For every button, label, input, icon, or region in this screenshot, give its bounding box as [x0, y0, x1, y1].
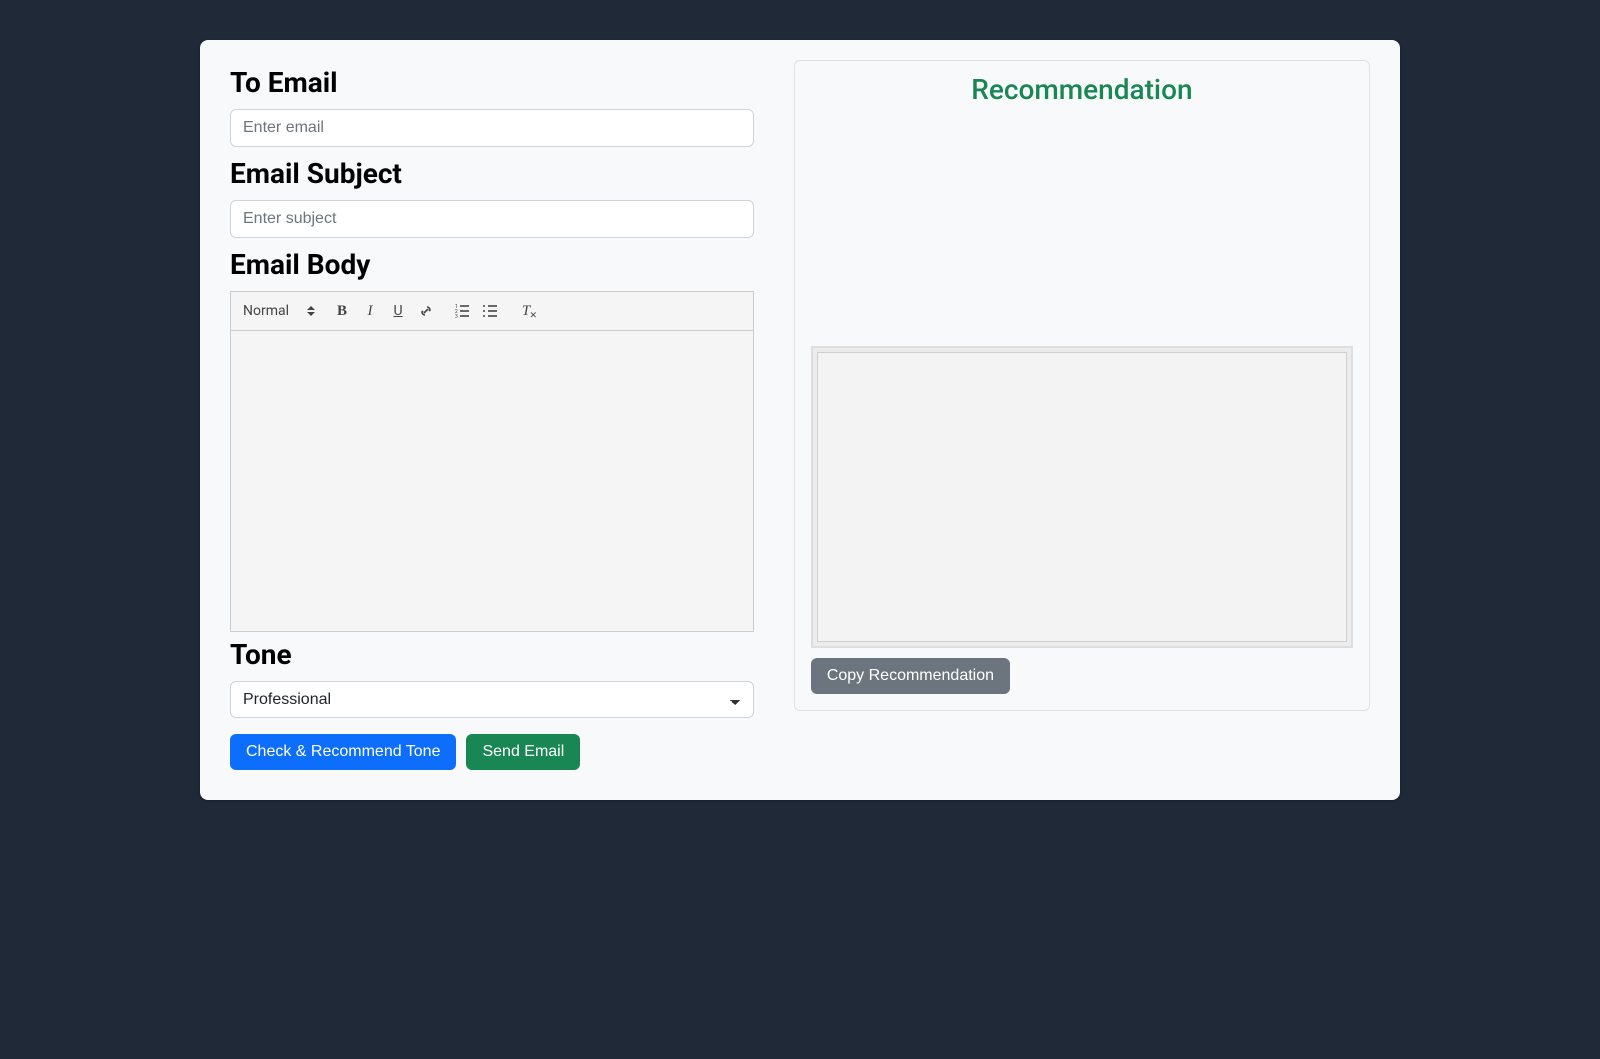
svg-text:3: 3 — [455, 314, 458, 320]
email-subject-input[interactable] — [230, 200, 754, 238]
bullet-list-icon[interactable] — [481, 302, 499, 320]
email-body-label: Email Body — [230, 248, 754, 281]
picker-arrows-icon — [307, 306, 315, 316]
to-email-input[interactable] — [230, 109, 754, 147]
clear-format-icon[interactable]: T✕ — [517, 302, 535, 320]
compose-column: To Email Email Subject Email Body Normal… — [230, 60, 754, 770]
to-email-label: To Email — [230, 66, 754, 99]
recommendation-card: Recommendation Copy Recommendation — [794, 60, 1370, 711]
underline-icon[interactable]: U — [389, 302, 407, 320]
link-icon[interactable] — [417, 302, 435, 320]
send-email-button[interactable]: Send Email — [466, 734, 580, 770]
ordered-list-icon[interactable]: 123 — [453, 302, 471, 320]
email-subject-label: Email Subject — [230, 157, 754, 190]
heading-picker[interactable]: Normal — [243, 303, 315, 319]
main-card: To Email Email Subject Email Body Normal… — [200, 40, 1400, 800]
email-body-input[interactable] — [231, 331, 753, 631]
recommendation-blank-area — [811, 116, 1353, 346]
recommendation-output — [817, 352, 1347, 642]
recommendation-title: Recommendation — [811, 73, 1353, 106]
tone-select[interactable]: Professional — [230, 681, 754, 718]
recommendation-output-frame — [811, 346, 1353, 648]
heading-picker-label: Normal — [243, 303, 289, 319]
recommendation-column: Recommendation Copy Recommendation — [794, 60, 1370, 770]
check-recommend-button[interactable]: Check & Recommend Tone — [230, 734, 456, 770]
action-buttons: Check & Recommend Tone Send Email — [230, 734, 754, 770]
tone-label: Tone — [230, 638, 754, 671]
italic-icon[interactable]: I — [361, 302, 379, 320]
rich-text-editor: Normal B I U 123 — [230, 291, 754, 632]
editor-toolbar: Normal B I U 123 — [231, 292, 753, 331]
bold-icon[interactable]: B — [333, 302, 351, 320]
copy-recommendation-button[interactable]: Copy Recommendation — [811, 658, 1010, 694]
